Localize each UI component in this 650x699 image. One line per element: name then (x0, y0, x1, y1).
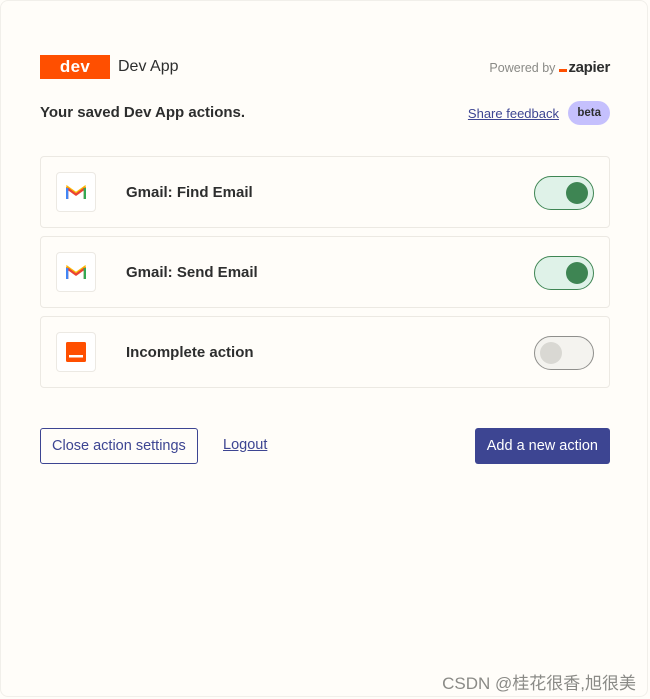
action-card-incomplete[interactable]: Incomplete action (40, 316, 610, 388)
subheader: Your saved Dev App actions. Share feedba… (40, 100, 610, 126)
dev-app-logo: dev (40, 55, 110, 79)
powered-by-label: Powered by (489, 60, 556, 75)
toggle-knob (540, 342, 562, 364)
app-name: Dev App (118, 58, 179, 75)
action-toggle-incomplete[interactable] (534, 336, 594, 370)
header: dev Dev App Powered by zapier (40, 55, 610, 79)
page-title: Your saved Dev App actions. (40, 104, 246, 121)
gmail-icon (56, 252, 96, 292)
action-card-find-email[interactable]: Gmail: Find Email (40, 156, 610, 228)
share-feedback-link[interactable]: Share feedback (468, 106, 559, 121)
watermark: CSDN @桂花很香,旭很美 (442, 674, 636, 693)
action-list: Gmail: Find Email Gmail: Send Email Inco… (40, 156, 610, 396)
gmail-icon (56, 172, 96, 212)
action-label: Incomplete action (126, 344, 254, 361)
action-toggle-find-email[interactable] (534, 176, 594, 210)
action-label: Gmail: Find Email (126, 184, 253, 201)
zapier-logo: zapier (559, 59, 610, 76)
action-label: Gmail: Send Email (126, 264, 258, 281)
toggle-knob (566, 182, 588, 204)
zapier-dash-icon (559, 69, 568, 72)
zapier-wordmark: zapier (568, 59, 610, 76)
add-new-action-button[interactable]: Add a new action (474, 428, 610, 464)
powered-by: Powered by zapier (489, 59, 610, 76)
logout-link[interactable]: Logout (223, 437, 267, 453)
close-action-settings-button[interactable]: Close action settings (40, 428, 198, 464)
beta-badge: beta (568, 101, 610, 125)
toggle-knob (566, 262, 588, 284)
dev-app-icon (56, 332, 96, 372)
action-toggle-send-email[interactable] (534, 256, 594, 290)
footer: Close action settings Logout Add a new a… (40, 428, 610, 464)
action-card-send-email[interactable]: Gmail: Send Email (40, 236, 610, 308)
